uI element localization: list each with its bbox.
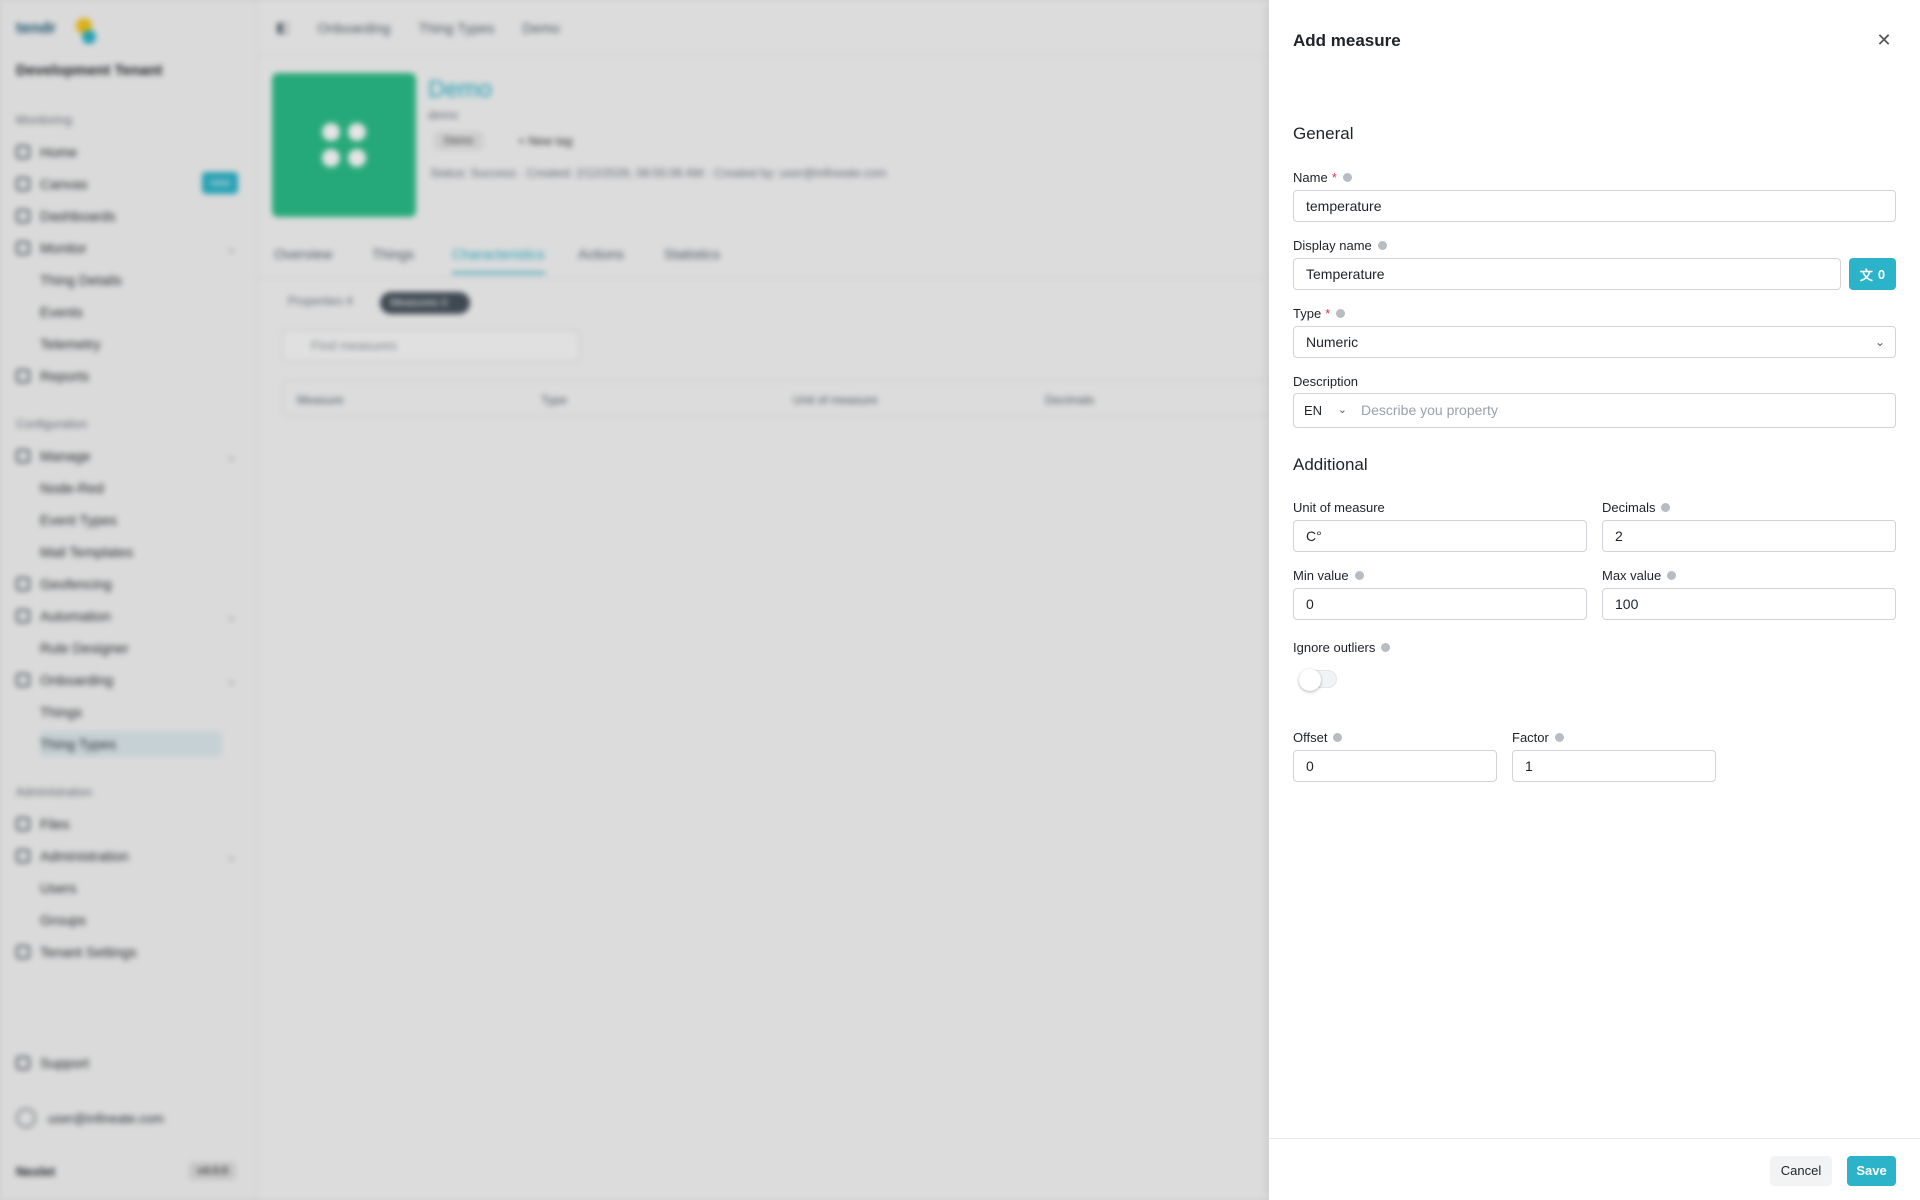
- translate-icon: 文: [1859, 267, 1873, 283]
- decimals-input[interactable]: 2: [1602, 520, 1896, 552]
- language-select[interactable]: EN ⌄: [1293, 393, 1355, 428]
- section-additional-title: Additional: [1293, 455, 1368, 474]
- info-icon[interactable]: [1342, 173, 1352, 182]
- label-text: Decimals: [1602, 500, 1656, 515]
- max-value-input[interactable]: 100: [1602, 588, 1896, 620]
- label-text: Description: [1293, 374, 1359, 389]
- info-icon[interactable]: [1333, 733, 1343, 742]
- info-icon[interactable]: [1354, 571, 1364, 580]
- name-input[interactable]: temperature: [1293, 190, 1896, 222]
- factor-label: Factor: [1512, 730, 1564, 745]
- drawer-footer-divider: [1269, 1138, 1920, 1139]
- offset-input[interactable]: 0: [1293, 750, 1497, 782]
- description-label: Description: [1293, 374, 1358, 389]
- unit-label: Unit of measure: [1293, 500, 1385, 515]
- ignore-outliers-toggle[interactable]: [1299, 669, 1337, 691]
- translate-button[interactable]: 文0: [1849, 258, 1896, 290]
- add-measure-drawer: Add measure ✕ General Name * temperature …: [1269, 0, 1920, 1200]
- ignore-outliers-label: Ignore outliers: [1293, 640, 1391, 655]
- label-text: Factor: [1512, 730, 1549, 745]
- name-label: Name *: [1293, 170, 1352, 185]
- translation-count: 0: [1877, 266, 1886, 282]
- type-selected-value: Numeric: [1306, 334, 1359, 350]
- section-general-title: General: [1293, 124, 1354, 143]
- type-label: Type *: [1293, 306, 1346, 321]
- info-icon[interactable]: [1554, 733, 1564, 742]
- offset-label: Offset: [1293, 730, 1343, 745]
- info-icon[interactable]: [1667, 571, 1677, 580]
- factor-input[interactable]: 1: [1512, 750, 1716, 782]
- chevron-down-icon: ⌄: [1337, 404, 1347, 416]
- min-value-label: Min value: [1293, 568, 1364, 583]
- drawer-title: Add measure: [1293, 31, 1401, 50]
- label-text: Min value: [1293, 568, 1349, 583]
- info-icon[interactable]: [1377, 241, 1387, 250]
- info-icon[interactable]: [1381, 643, 1391, 652]
- required-marker: *: [1325, 306, 1331, 321]
- display-name-label: Display name: [1293, 238, 1387, 253]
- type-select[interactable]: Numeric ⌄: [1293, 326, 1896, 358]
- label-text: Name: [1293, 170, 1328, 185]
- label-text: Unit of measure: [1293, 500, 1385, 515]
- cancel-button[interactable]: Cancel: [1770, 1156, 1832, 1186]
- language-value: EN: [1304, 403, 1323, 418]
- min-value-input[interactable]: 0: [1293, 588, 1587, 620]
- display-name-input[interactable]: Temperature: [1293, 258, 1841, 290]
- info-icon[interactable]: [1661, 503, 1671, 512]
- required-marker: *: [1331, 170, 1337, 185]
- decimals-label: Decimals: [1602, 500, 1671, 515]
- label-text: Ignore outliers: [1293, 640, 1376, 655]
- toggle-knob: [1299, 669, 1321, 691]
- max-value-label: Max value: [1602, 568, 1677, 583]
- close-icon[interactable]: ✕: [1872, 28, 1896, 52]
- info-icon[interactable]: [1336, 309, 1346, 318]
- save-button[interactable]: Save: [1847, 1156, 1896, 1186]
- label-text: Display name: [1293, 238, 1372, 253]
- label-text: Offset: [1293, 730, 1328, 745]
- description-input[interactable]: Describe you property: [1355, 393, 1896, 428]
- label-text: Type: [1293, 306, 1322, 321]
- label-text: Max value: [1602, 568, 1662, 583]
- unit-input[interactable]: C°: [1293, 520, 1587, 552]
- chevron-down-icon: ⌄: [1874, 335, 1885, 349]
